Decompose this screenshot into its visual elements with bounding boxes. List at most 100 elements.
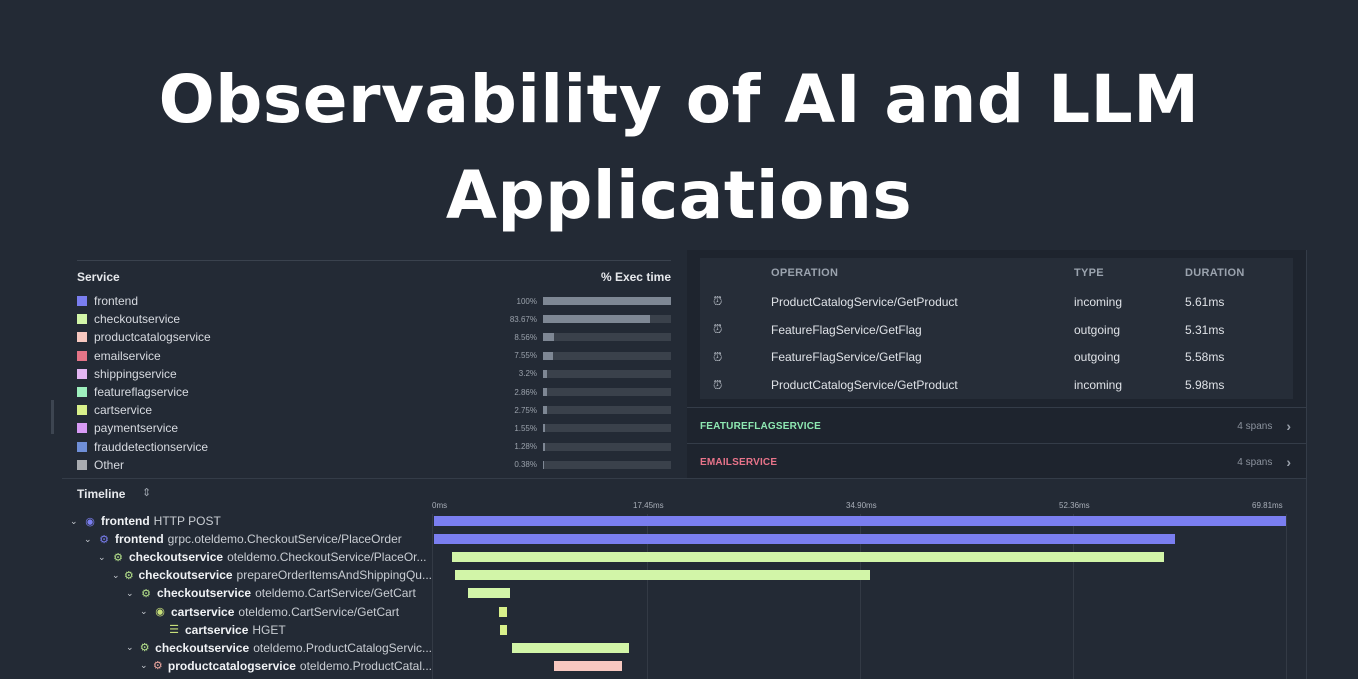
timeline-span-bar[interactable] (468, 588, 510, 599)
timeline-span-label[interactable]: ⌄ ◉ cartservice oteldemo.CartService/GetCar… (140, 603, 399, 621)
chevron-down-icon[interactable]: ⌄ (126, 588, 138, 599)
service-color-swatch (77, 405, 87, 416)
service-group-row[interactable]: EMAILSERVICE 4 spans › (687, 443, 1307, 480)
timeline-span-label[interactable]: ⌄ ⚙ productcatalogservice oteldemo.ProductC… (140, 657, 432, 675)
timeline-span-label[interactable]: ⌄ ⚙ checkoutservice prepareOrderItemsAndShi… (112, 566, 432, 584)
operation-row[interactable]: ⏰︎ ProductCatalogService/GetProduct incomi… (700, 371, 1293, 399)
gear-icon: ⚙ (99, 533, 109, 546)
service-color-swatch (77, 314, 87, 325)
timeline-span-bar[interactable] (452, 552, 1164, 563)
timeline-span-label[interactable]: ⌄ ⚙ frontend grpc.oteldemo.CheckoutService/… (84, 530, 402, 548)
timeline-span-bar[interactable] (434, 516, 1286, 526)
chevron-down-icon[interactable]: ⌄ (84, 534, 96, 545)
service-row[interactable]: featureflagservice 2.86% (77, 383, 671, 401)
service-name: productcatalogservice (94, 330, 211, 345)
exec-time-bar-fill (543, 297, 671, 306)
operation-type: incoming (1074, 378, 1123, 393)
timeline-span-bar[interactable] (499, 624, 508, 635)
service-group-row[interactable]: FEATUREFLAGSERVICE 4 spans › (687, 407, 1307, 444)
timeline-span-label[interactable]: ⌄ ⚙ checkoutservice oteldemo.CheckoutServic… (98, 548, 427, 566)
span-service: checkoutservice (129, 550, 224, 565)
chevron-down-icon[interactable]: ⌄ (126, 642, 137, 653)
span-service: checkoutservice (155, 640, 250, 655)
chevron-right-icon[interactable]: › (1286, 454, 1291, 470)
timeline-span-bar[interactable] (434, 534, 1175, 545)
timeline-span-label[interactable]: ☰ cartservice HGET (154, 621, 286, 639)
service-color-swatch (77, 423, 87, 434)
chevron-right-icon[interactable]: › (1286, 418, 1291, 434)
operation-row[interactable]: ⏰︎ FeatureFlagService/GetFlag outgoing 5.58… (700, 344, 1293, 372)
operation-duration: 5.98ms (1185, 378, 1225, 393)
operation-duration: 5.58ms (1185, 350, 1225, 365)
operation-duration: 5.61ms (1185, 294, 1225, 309)
timeline-span-bar[interactable] (553, 660, 622, 671)
operation-name: FeatureFlagService/GetFlag (771, 322, 922, 337)
exec-time-bar-fill (543, 333, 554, 342)
chevron-down-icon[interactable]: ⌄ (112, 570, 122, 581)
service-exec-pct: 1.55% (514, 423, 537, 433)
service-row[interactable]: frauddetectionservice 1.28% (77, 438, 671, 456)
service-exec-pct: 2.86% (514, 387, 537, 397)
span-operation: oteldemo.CartService/GetCart (238, 604, 400, 619)
service-row[interactable]: shippingservice 3.2% (77, 365, 671, 383)
service-exec-pct: 100% (516, 296, 537, 306)
exec-time-bar (543, 388, 671, 397)
service-row[interactable]: paymentservice 1.55% (77, 419, 671, 437)
service-row[interactable]: checkoutservice 83.67% (77, 310, 671, 328)
timeline-span-bar[interactable] (498, 606, 508, 617)
timeline-span-label[interactable]: ⌄ ◉ frontend HTTP POST (70, 512, 221, 530)
exec-time-bar (543, 315, 671, 324)
span-operation: prepareOrderItemsAndShippingQu... (236, 568, 432, 583)
timeline-span-bar[interactable] (454, 570, 870, 581)
service-name: featureflagservice (94, 385, 189, 400)
exec-time-bar (543, 333, 671, 342)
span-service: cartservice (171, 604, 235, 619)
service-exec-panel: Service % Exec time frontend 100% checkout… (77, 260, 671, 474)
service-row[interactable]: productcatalogservice 8.56% (77, 328, 671, 346)
hero-title-line2: Applications (445, 157, 913, 234)
alarm-clock-icon: ⏰︎ (713, 349, 723, 364)
service-color-swatch (77, 441, 87, 452)
exec-time-bar-fill (543, 406, 547, 415)
gear-icon: ⚙ (152, 660, 163, 673)
alarm-clock-icon: ⏰︎ (713, 294, 723, 309)
service-column-header: Service (77, 270, 120, 284)
chevron-down-icon[interactable]: ⌄ (98, 552, 110, 563)
timeline-span-bar[interactable] (512, 642, 630, 653)
service-row[interactable]: cartservice 2.75% (77, 401, 671, 419)
sort-toggle-icon[interactable]: ⇕ (142, 486, 151, 499)
service-row[interactable]: Other 0.38% (77, 456, 671, 474)
service-exec-pct: 2.75% (514, 405, 537, 415)
chevron-down-icon[interactable]: ⌄ (70, 516, 82, 527)
timeline-tick-label: 17.45ms (633, 501, 664, 510)
type-column-header: TYPE (1074, 267, 1104, 279)
operation-column-header: OPERATION (771, 267, 839, 279)
gear-icon: ⚙ (123, 569, 134, 582)
chevron-down-icon[interactable]: ⌄ (140, 660, 151, 671)
timeline-gridline (1286, 514, 1287, 679)
service-list: frontend 100% checkoutservice 83.67% product… (77, 292, 671, 474)
span-service: checkoutservice (138, 568, 233, 583)
service-exec-pct: 3.2% (518, 369, 537, 379)
duration-column-header: DURATION (1185, 267, 1245, 279)
operation-row[interactable]: ⏰︎ ProductCatalogService/GetProduct incomi… (700, 288, 1293, 316)
operation-duration: 5.31ms (1185, 322, 1225, 337)
span-count: 4 spans (1237, 420, 1273, 432)
timeline-span-label[interactable]: ⌄ ⚙ checkoutservice oteldemo.CartService/Ge… (126, 584, 416, 602)
exec-time-bar-fill (543, 315, 651, 324)
service-exec-pct: 83.67% (509, 314, 537, 324)
operation-row[interactable]: ⏰︎ FeatureFlagService/GetFlag outgoing 5.31… (700, 316, 1293, 344)
service-color-swatch (77, 368, 87, 379)
exec-time-bar (543, 369, 671, 378)
hero-title: Observability of AI and LLM Applications (0, 52, 1358, 244)
service-name: paymentservice (94, 421, 179, 436)
scroll-handle[interactable] (51, 400, 54, 434)
timeline-span-label[interactable]: ⌄ ⚙ checkoutservice oteldemo.ProductCatalog… (126, 639, 432, 657)
service-row[interactable]: emailservice 7.55% (77, 347, 671, 365)
span-operation: HTTP POST (153, 514, 221, 528)
alarm-clock-icon: ⏰︎ (713, 322, 723, 337)
exec-time-bar-fill (543, 424, 545, 433)
exec-time-bar-fill (543, 442, 545, 451)
chevron-down-icon[interactable]: ⌄ (140, 606, 152, 617)
service-row[interactable]: frontend 100% (77, 292, 671, 310)
